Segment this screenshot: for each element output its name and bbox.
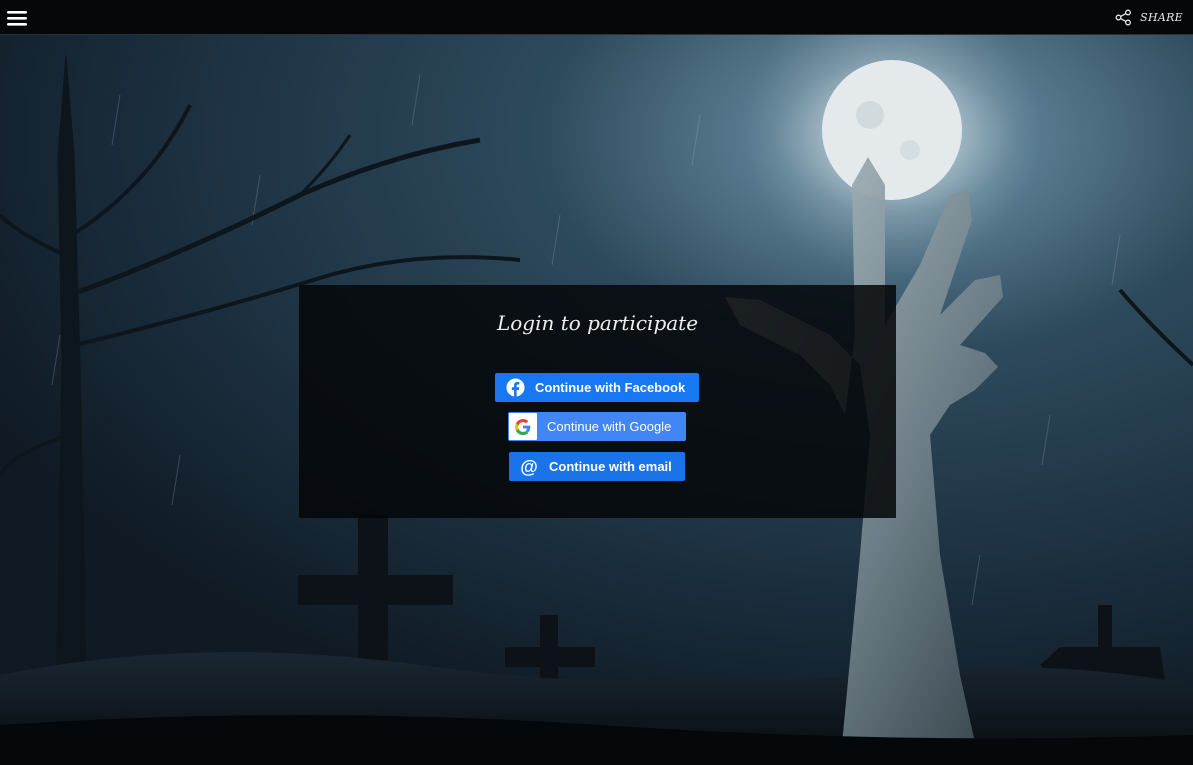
email-button-label: Continue with email <box>549 459 672 474</box>
continue-with-google-button[interactable]: Continue with Google <box>508 412 686 441</box>
share-button[interactable]: SHARE <box>1115 7 1183 27</box>
share-label: SHARE <box>1140 10 1183 24</box>
share-icon <box>1115 9 1132 25</box>
continue-with-facebook-button[interactable]: Continue with Facebook <box>495 373 699 402</box>
google-button-label: Continue with Google <box>547 419 672 434</box>
login-panel: Login to participate Continue with Faceb… <box>299 285 896 518</box>
continue-with-email-button[interactable]: @ Continue with email <box>509 452 685 481</box>
facebook-icon <box>505 378 525 398</box>
top-bar: SHARE <box>0 0 1193 35</box>
google-icon <box>509 413 537 440</box>
login-title: Login to participate <box>496 311 699 335</box>
hamburger-menu-button[interactable] <box>6 8 28 28</box>
at-sign-icon: @ <box>520 456 538 477</box>
facebook-button-label: Continue with Facebook <box>535 380 686 395</box>
hamburger-menu-icon <box>7 11 27 26</box>
